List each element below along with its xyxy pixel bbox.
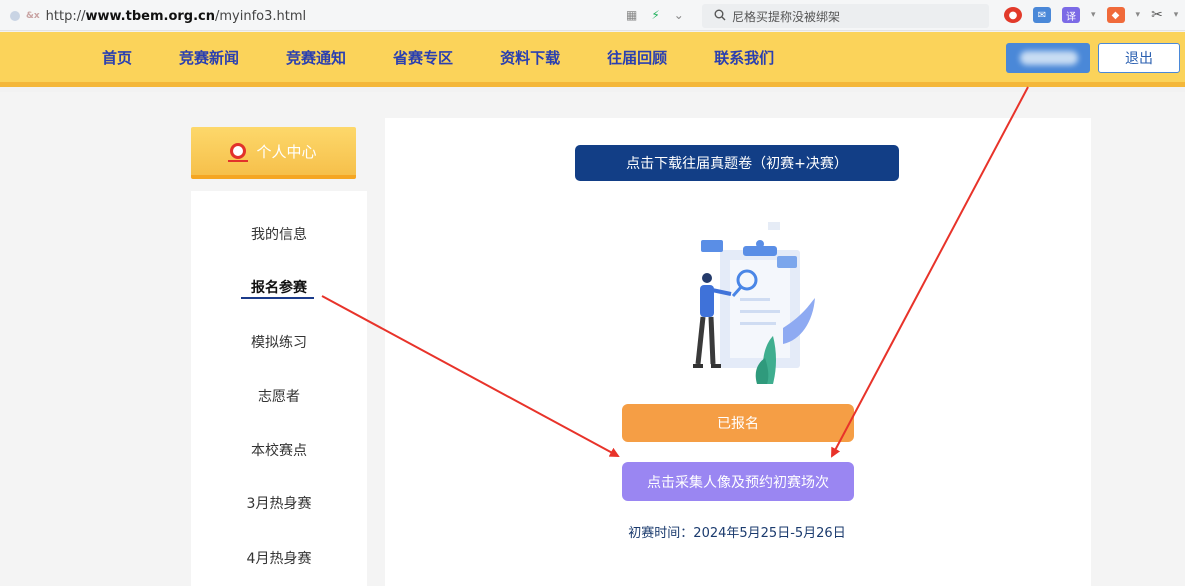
game-icon[interactable]: ◆ bbox=[1106, 7, 1125, 23]
sidebar-item-april-warmup[interactable]: 4月热身赛 bbox=[191, 548, 367, 568]
url-path: /myinfo3.html bbox=[215, 8, 307, 24]
sidebar-item-practice[interactable]: 模拟练习 bbox=[191, 332, 367, 352]
active-item-underline bbox=[241, 297, 314, 299]
nav-item-notices[interactable]: 竞赛通知 bbox=[286, 47, 346, 68]
search-box[interactable]: 尼格买提称没被绑架 bbox=[702, 4, 989, 28]
not-secure-icon: &x bbox=[26, 11, 40, 21]
search-suggestion-text: 尼格买提称没被绑架 bbox=[732, 9, 841, 24]
screenshot-root: &x http://www.tbem.org.cn/myinfo3.html ▦… bbox=[0, 0, 1185, 586]
page-body: 个人中心 我的信息 报名参赛 模拟练习 志愿者 本校赛点 3月热身赛 4月热身赛… bbox=[0, 92, 1185, 586]
url-domain: www.tbem.org.cn bbox=[85, 8, 215, 24]
blurred-username bbox=[1020, 51, 1078, 65]
translate-icon[interactable]: 译 bbox=[1062, 7, 1080, 23]
speed-mode-icon[interactable]: ⚡ bbox=[651, 8, 659, 22]
nav-item-contact[interactable]: 联系我们 bbox=[714, 47, 774, 68]
nav-item-province[interactable]: 省赛专区 bbox=[393, 47, 453, 68]
collect-photo-book-exam-button[interactable]: 点击采集人像及预约初赛场次 bbox=[622, 462, 854, 501]
browser-toolbar: &x http://www.tbem.org.cn/myinfo3.html ▦… bbox=[0, 0, 1185, 31]
user-center-icon bbox=[228, 143, 249, 162]
nav-item-home[interactable]: 首页 bbox=[102, 47, 132, 68]
dropdown-arrow-icon[interactable]: ▾ bbox=[1174, 10, 1179, 20]
sidebar-item-volunteer[interactable]: 志愿者 bbox=[191, 386, 367, 406]
registration-panel: 点击下载往届真题卷（初赛+决赛） 已报名 点击采集人像及预约初赛场次 初赛时间：… bbox=[385, 118, 1091, 586]
search-icon bbox=[714, 9, 726, 24]
registration-illustration bbox=[693, 222, 815, 384]
qr-code-icon[interactable]: ▦ bbox=[626, 8, 637, 22]
preliminary-exam-time: 初赛时间：2024年5月25日-5月26日 bbox=[628, 526, 846, 541]
download-past-papers-button[interactable]: 点击下载往届真题卷（初赛+决赛） bbox=[575, 145, 899, 181]
site-info-icon[interactable] bbox=[10, 11, 20, 21]
dropdown-arrow-icon[interactable]: ▾ bbox=[1136, 10, 1141, 20]
chevron-down-icon[interactable]: ⌄ bbox=[674, 8, 684, 22]
registered-status-button[interactable]: 已报名 bbox=[622, 404, 854, 442]
url-scheme: http:// bbox=[45, 8, 86, 24]
user-account-chip[interactable] bbox=[1006, 43, 1090, 73]
sidebar-item-school-site[interactable]: 本校赛点 bbox=[191, 440, 367, 460]
personal-center-title: 个人中心 bbox=[256, 142, 317, 161]
personal-center-header: 个人中心 bbox=[191, 127, 356, 179]
nav-item-downloads[interactable]: 资料下载 bbox=[500, 47, 560, 68]
nav-menu: 首页 竞赛新闻 竞赛通知 省赛专区 资料下载 往届回顾 联系我们 bbox=[102, 47, 821, 68]
sidebar-item-register[interactable]: 报名参赛 bbox=[191, 277, 367, 297]
address-bar[interactable]: &x http://www.tbem.org.cn/myinfo3.html bbox=[10, 6, 306, 26]
site-navigation: 首页 竞赛新闻 竞赛通知 省赛专区 资料下载 往届回顾 联系我们 退出 bbox=[0, 32, 1185, 87]
extension-icons: ● ✉ 译 ▾ ◆ ▾ ✂ ▾ bbox=[1004, 7, 1178, 23]
sidebar-item-march-warmup[interactable]: 3月热身赛 bbox=[191, 493, 367, 513]
mail-icon[interactable]: ✉ bbox=[1033, 7, 1051, 23]
dropdown-arrow-icon[interactable]: ▾ bbox=[1091, 10, 1096, 20]
nav-item-news[interactable]: 竞赛新闻 bbox=[179, 47, 239, 68]
sidebar-menu: 我的信息 报名参赛 模拟练习 志愿者 本校赛点 3月热身赛 4月热身赛 bbox=[191, 191, 367, 586]
nav-item-past[interactable]: 往届回顾 bbox=[607, 47, 667, 68]
address-tools: ▦ ⚡ ⌄ bbox=[626, 8, 684, 22]
weibo-icon[interactable]: ● bbox=[1004, 7, 1022, 23]
logout-button[interactable]: 退出 bbox=[1098, 43, 1180, 73]
sidebar-item-my-info[interactable]: 我的信息 bbox=[191, 224, 367, 244]
scissors-icon[interactable]: ✂ bbox=[1151, 7, 1163, 23]
